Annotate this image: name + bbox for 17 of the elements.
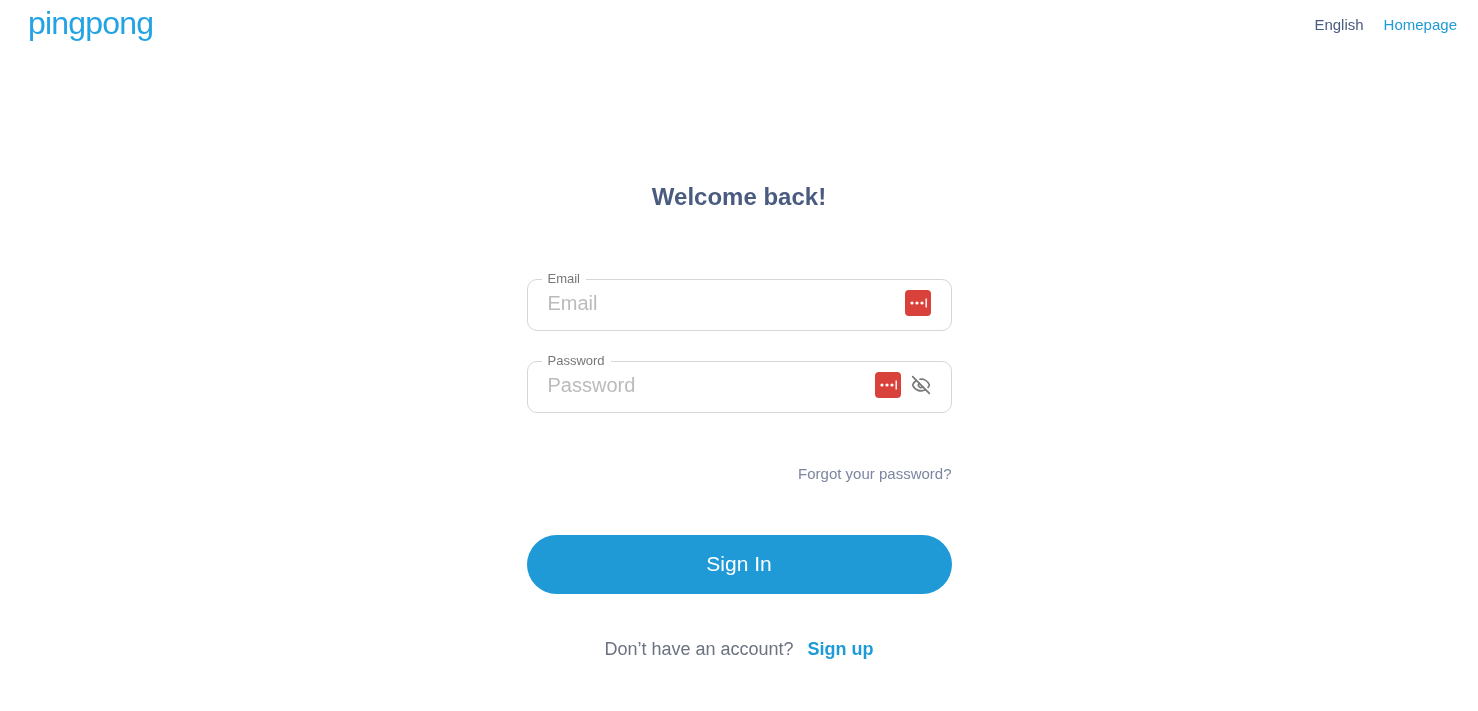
text-input[interactable]: Email [547, 288, 895, 318]
nav-link[interactable]: Homepage [1383, 14, 1457, 37]
signup-prompt: Don’t have an account? [604, 637, 794, 661]
input-field[interactable]: Email Email [526, 271, 952, 331]
page-title: Welcome back! [650, 182, 828, 212]
password-manager-icon[interactable] [904, 290, 931, 316]
text-input[interactable]: Password [547, 370, 865, 400]
field-label: Email [546, 271, 581, 287]
hide-password-icon[interactable] [910, 375, 931, 395]
logo[interactable]: pingpong [28, 4, 154, 42]
nav-link[interactable]: English [1314, 14, 1364, 37]
input-field[interactable]: Password Password [526, 353, 952, 413]
sign-in-button[interactable]: Sign In [526, 534, 952, 594]
sign-up-link[interactable]: Sign up [807, 635, 874, 663]
forgot-password-link[interactable]: Forgot your password? [798, 463, 952, 486]
password-manager-icon[interactable] [874, 372, 901, 398]
field-label: Password [546, 353, 606, 369]
